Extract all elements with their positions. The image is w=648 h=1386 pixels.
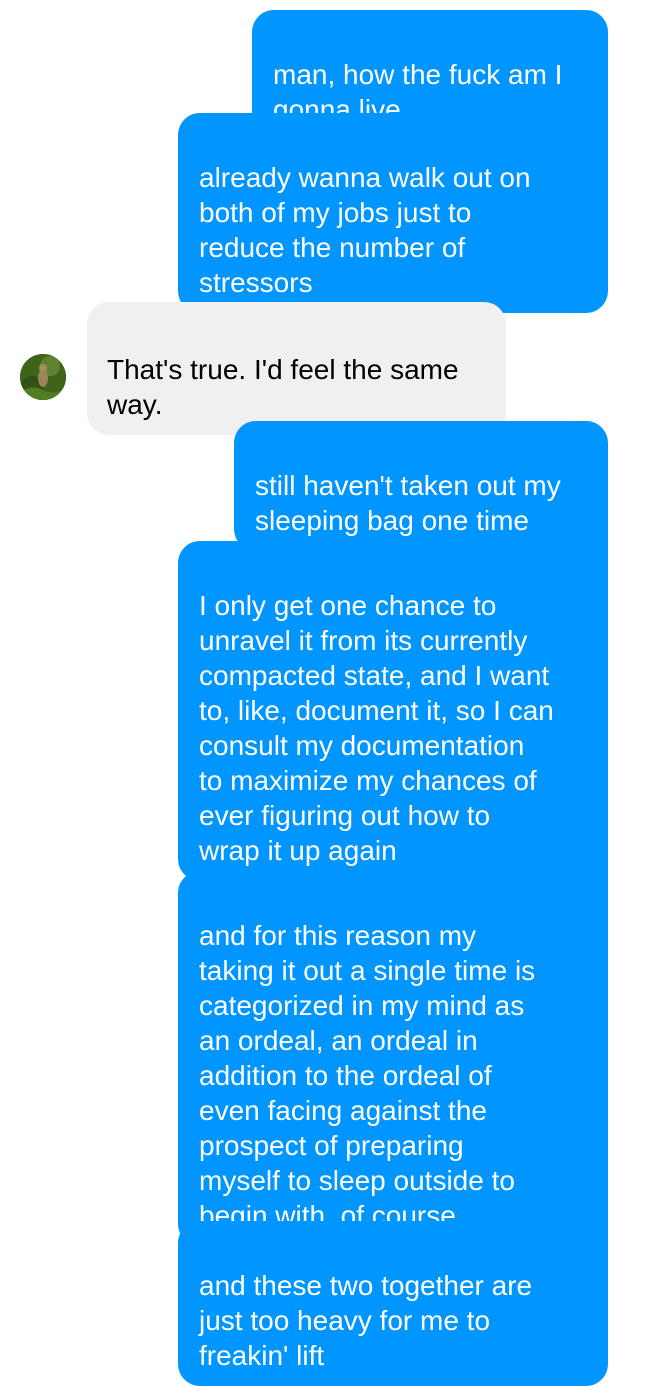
message-text: I only get one chance to unravel it from… [199,590,554,866]
message-bubble-outgoing[interactable]: already wanna walk out on both of my job… [178,113,608,313]
contact-avatar[interactable] [20,354,66,400]
message-text: and for this reason my taking it out a s… [199,920,536,1231]
message-bubble-outgoing[interactable]: still haven't taken out my sleeping bag … [234,421,608,551]
message-bubble-outgoing[interactable]: and these two together are just too heav… [178,1221,608,1386]
message-bubble-outgoing[interactable]: I only get one chance to unravel it from… [178,541,608,881]
message-bubble-incoming[interactable]: That's true. I'd feel the same way. [87,302,506,435]
message-text: That's true. I'd feel the same way. [107,354,459,420]
avatar-photo-icon [20,354,66,400]
message-text: already wanna walk out on both of my job… [199,162,531,298]
message-text: and these two together are just too heav… [199,1270,533,1371]
message-text: still haven't taken out my sleeping bag … [255,470,561,536]
message-bubble-outgoing[interactable]: and for this reason my taking it out a s… [178,871,608,1246]
